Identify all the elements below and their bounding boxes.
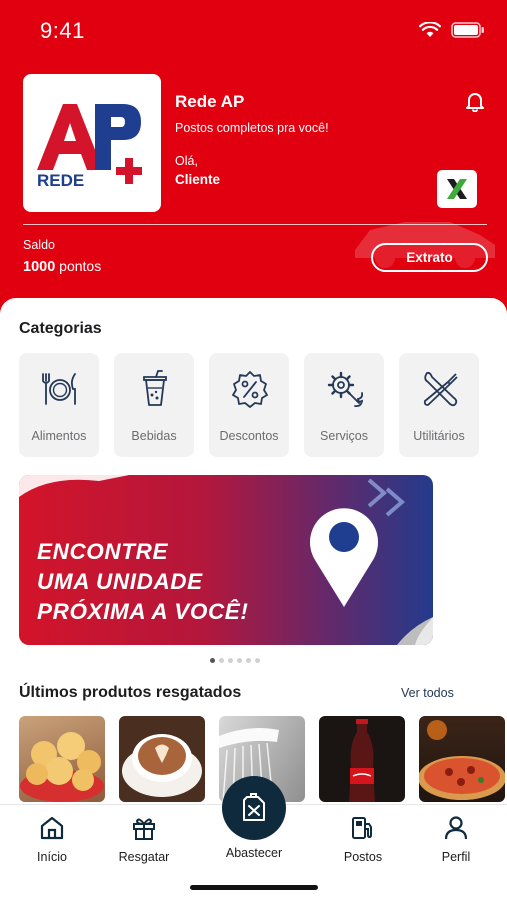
pagination-dot[interactable] xyxy=(219,658,224,663)
pagination-dot[interactable] xyxy=(255,658,260,663)
status-time: 9:41 xyxy=(40,18,85,43)
balance-value: 1000 pontos xyxy=(23,258,101,275)
category-utilitarios[interactable]: Utilitários xyxy=(399,353,479,457)
discount-badge-icon xyxy=(232,371,268,408)
category-label: Bebidas xyxy=(131,429,177,443)
pagination-dot[interactable] xyxy=(246,658,251,663)
pagination-dot[interactable] xyxy=(237,658,242,663)
product-coca-cola[interactable] xyxy=(319,716,405,802)
gift-icon xyxy=(133,818,155,840)
logo-subtitle: REDE xyxy=(37,171,84,190)
category-bebidas[interactable]: Bebidas xyxy=(114,353,194,457)
nav-label: Resgatar xyxy=(118,850,170,864)
home-indicator xyxy=(190,885,318,890)
pagination-dot[interactable] xyxy=(228,658,233,663)
wifi-icon xyxy=(419,22,441,37)
see-all-link[interactable]: Ver todos xyxy=(401,686,454,700)
tools-icon xyxy=(423,371,458,407)
balance-label: Saldo xyxy=(23,238,55,252)
banner-headline: ENCONTRE UMA UNIDADE PRÓXIMA A VOCÊ! xyxy=(37,537,249,627)
battery-icon xyxy=(451,22,484,38)
nav-perfil[interactable]: Perfil xyxy=(416,815,496,864)
categories-list: Alimentos Bebidas Descontos Serviços Uti… xyxy=(19,353,479,457)
brand-tagline: Postos completos pra você! xyxy=(175,121,329,135)
category-descontos[interactable]: Descontos xyxy=(209,353,289,457)
statement-button[interactable]: Extrato xyxy=(371,243,488,272)
gear-wrench-icon xyxy=(327,371,364,408)
brand-logo: REDE xyxy=(23,74,161,212)
user-name: Cliente xyxy=(175,172,221,187)
brand-title: Rede AP xyxy=(175,92,245,111)
balance-unit: pontos xyxy=(59,258,102,274)
banner-line: PRÓXIMA A VOCÊ! xyxy=(37,599,249,624)
nav-inicio[interactable]: Início xyxy=(12,815,92,864)
nav-label: Postos xyxy=(343,850,383,864)
cutlery-icon xyxy=(42,373,76,405)
category-alimentos[interactable]: Alimentos xyxy=(19,353,99,457)
product-pizza[interactable] xyxy=(419,716,505,802)
banner-pagination xyxy=(210,658,260,663)
notification-bell-icon[interactable] xyxy=(464,90,486,112)
category-label: Alimentos xyxy=(31,429,87,443)
category-label: Utilitários xyxy=(413,429,465,443)
nav-label: Início xyxy=(37,850,67,864)
map-pin-icon xyxy=(310,508,378,607)
nav-label: Abastecer xyxy=(225,846,283,860)
banner-line: UMA UNIDADE xyxy=(37,569,203,594)
balance-points: 1000 xyxy=(23,259,56,275)
fuel-can-icon xyxy=(243,793,265,821)
fuel-pump-icon xyxy=(352,817,372,839)
home-icon xyxy=(40,816,64,840)
pagination-dot[interactable] xyxy=(210,658,215,663)
category-label: Serviços xyxy=(320,429,368,443)
product-pao-de-queijo[interactable] xyxy=(19,716,105,802)
nav-postos[interactable]: Postos xyxy=(323,815,403,864)
partner-x-logo-icon xyxy=(447,179,467,199)
products-title: Últimos produtos resgatados xyxy=(19,684,242,701)
category-servicos[interactable]: Serviços xyxy=(304,353,384,457)
status-bar: 9:41 xyxy=(0,0,507,60)
user-icon xyxy=(444,816,468,840)
banner-line: ENCONTRE xyxy=(37,539,169,564)
nav-label: Perfil xyxy=(441,850,471,864)
drink-cup-icon xyxy=(143,370,167,406)
abastecer-button[interactable] xyxy=(222,776,286,840)
categories-title: Categorias xyxy=(19,320,102,337)
greeting-text: Olá, xyxy=(175,154,198,168)
product-cafe[interactable] xyxy=(119,716,205,802)
header-divider xyxy=(23,224,487,225)
nav-resgatar[interactable]: Resgatar xyxy=(104,815,184,864)
partner-badge[interactable] xyxy=(437,170,477,208)
category-label: Descontos xyxy=(219,429,279,443)
rede-ap-logo: REDE xyxy=(37,104,142,190)
